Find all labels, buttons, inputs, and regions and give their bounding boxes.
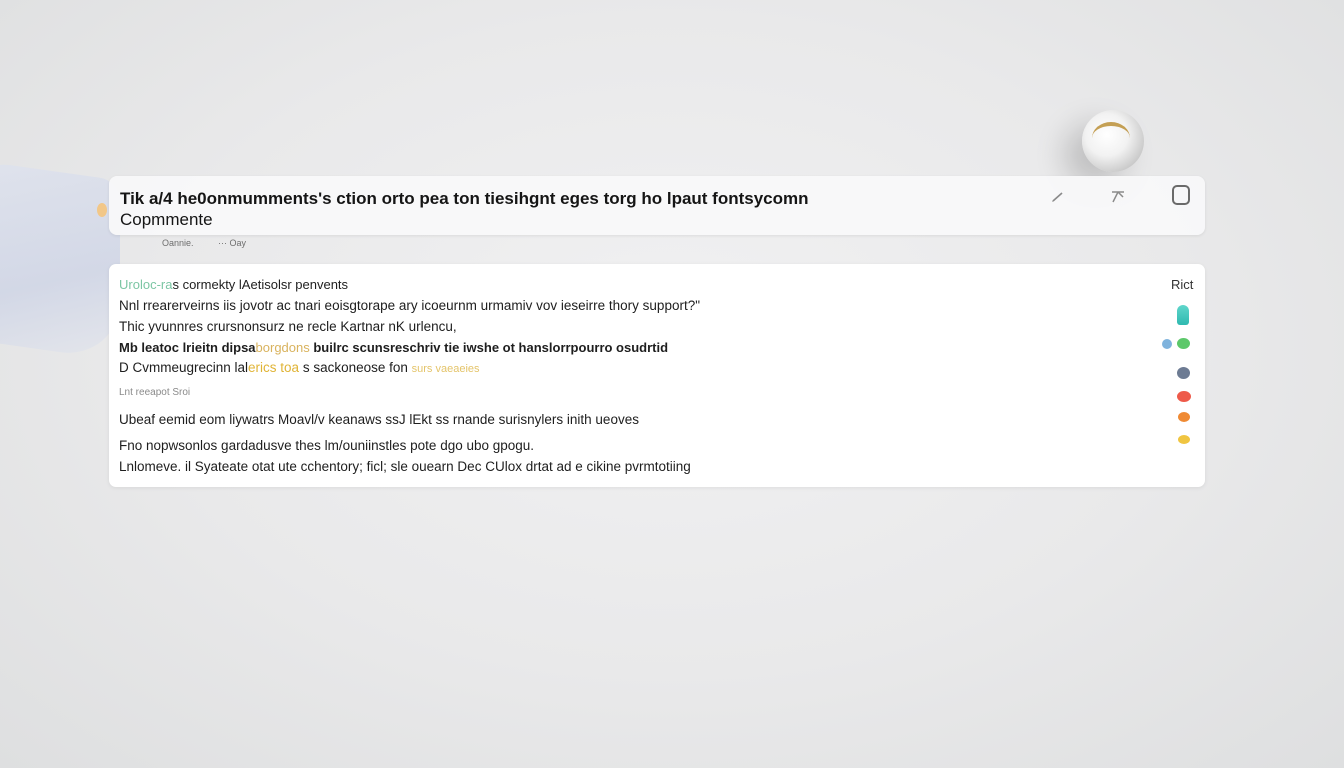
section-label: Lnt reeapot Sroi	[119, 387, 191, 398]
green-dot-icon[interactable]	[1177, 338, 1190, 349]
content-line-5-b: s sackoneose fon	[299, 360, 412, 375]
blue-dot-icon[interactable]	[1162, 339, 1172, 349]
content-line-4: Mb leatoc lrieitn dipsaborgdons builrc s…	[119, 340, 668, 355]
content-line-3: Thic yvunnres crursnonsurz ne recle Kart…	[119, 319, 457, 334]
meta-time: ··· Oay	[218, 238, 247, 248]
content-line-9: Lnlomeve. il Syateate otat ute cchentory…	[119, 459, 691, 474]
content-tag: Uroloc-ra	[119, 277, 173, 292]
content-line-1-text: s cormekty lAetisolsr penvents	[172, 277, 349, 292]
header-title: Tik a/4 he0onmumments's ction orto pea t…	[120, 188, 880, 230]
content-line-8: Fno nopwsonlos gardadusve thes lm/ouniin…	[119, 438, 535, 453]
header-title-line1: Tik a/4 he0onmumments's ction orto pea t…	[120, 189, 809, 208]
person-icon[interactable]	[1177, 305, 1189, 325]
content-line-5-highlight: erics toa	[248, 360, 300, 375]
content-line-5-suffix: surs vaeaeies	[411, 363, 480, 375]
content-line-5: D Cvmmeugrecinn lalerics toa s sackoneos…	[119, 360, 480, 375]
square-icon[interactable]	[1172, 185, 1190, 205]
comment-header-panel: Tik a/4 he0onmumments's ction orto pea t…	[97, 176, 1205, 235]
content-line-2: Nnl rrearerveirns iis jovotr ac tnari eo…	[119, 298, 701, 313]
content-line-4-highlight: borgdons	[255, 340, 310, 355]
meta-author: Oannie.	[162, 238, 194, 248]
meta-row: Oannie. ··· Oay	[162, 238, 268, 248]
slate-dot-icon[interactable]	[1177, 367, 1190, 379]
content-line-7: Ubeaf eemid eom liywatrs Moavl/v keanaws…	[119, 412, 639, 427]
yellow-dot-icon[interactable]	[1178, 435, 1190, 444]
background-shape	[0, 159, 120, 361]
orb-ornament	[1082, 110, 1144, 172]
content-line-5-a: D Cvmmeugrecinn lal	[119, 360, 249, 375]
content-line-1: Uroloc-ras cormekty lAetisolsr penvents	[119, 277, 348, 292]
status-dot-icon	[97, 203, 107, 217]
content-line-4-a: Mb leatoc lrieitn dipsa	[119, 340, 256, 355]
header-title-line2: Copmmente	[120, 210, 213, 229]
pin-icon[interactable]	[1107, 186, 1129, 208]
orange-dot-icon[interactable]	[1178, 412, 1190, 422]
content-line-4-b: builrc scunsreschriv tie iwshe ot hanslo…	[309, 340, 669, 355]
red-dot-icon[interactable]	[1177, 391, 1191, 402]
rich-label[interactable]: Rict	[1171, 277, 1193, 292]
comment-content-panel: Uroloc-ras cormekty lAetisolsr penvents …	[109, 264, 1205, 487]
pencil-icon[interactable]	[1047, 186, 1069, 208]
